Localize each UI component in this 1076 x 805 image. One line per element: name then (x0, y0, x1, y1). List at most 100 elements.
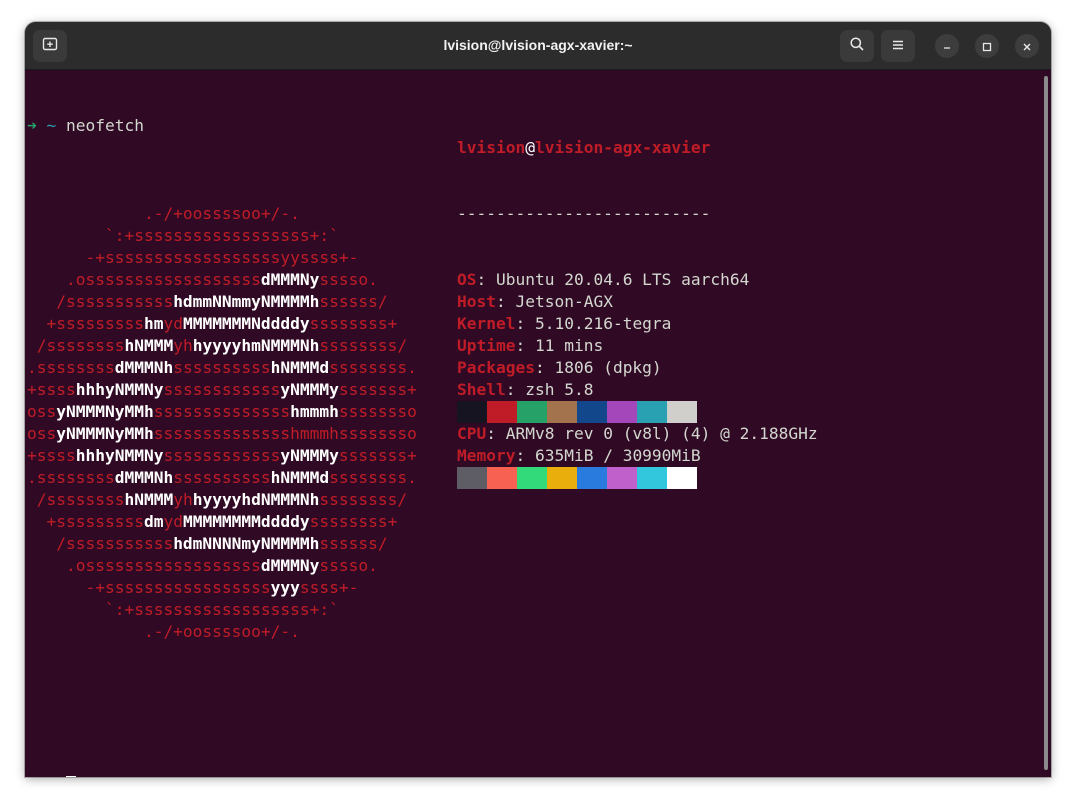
color-swatch (607, 401, 637, 423)
color-swatch (487, 401, 517, 423)
terminal-output[interactable]: ➜ ~ neofetch .-/+oossssoo+/-. `:+sssssss… (27, 71, 1037, 777)
logo-segment: sssssss+ (338, 380, 417, 399)
logo-segment: ssssssssssss (163, 380, 281, 399)
logo-segment: hyyyyhdNMMMNh (192, 490, 320, 509)
logo-segment: dMMMNy (260, 270, 320, 289)
logo-segment: ssssssss+ (309, 512, 398, 531)
prompt-dir: ~ (47, 776, 57, 777)
logo-segment: sssso. (319, 556, 378, 575)
logo-segment: ssssssso (338, 402, 417, 421)
logo-segment: sssssssssssssshmmmhssssssso (153, 424, 417, 443)
info-value: Ubuntu 20.04.6 LTS aarch64 (496, 270, 750, 289)
logo-segment: oss (27, 424, 57, 443)
info-field: Kernel: 5.10.216-tegra (457, 313, 818, 335)
logo-segment: ssssssss. (329, 358, 417, 377)
logo-segment: ssssssssss (173, 358, 271, 377)
close-icon (1022, 37, 1032, 56)
prompt-arrow-icon: ➜ (27, 776, 37, 777)
info-value: 5.10.216-tegra (534, 314, 672, 333)
logo-segment: yd (163, 314, 183, 333)
color-swatch (667, 467, 697, 489)
logo-segment: hNMMM (124, 490, 174, 509)
logo-segment: ssssssss. (329, 468, 417, 487)
color-swatch (637, 401, 667, 423)
info-field: OS: Ubuntu 20.04.6 LTS aarch64 (457, 269, 818, 291)
color-swatch (577, 467, 607, 489)
palette-row-bright (457, 467, 697, 489)
logo-segment: -+ssssssssssssssssssyyssss+- (27, 248, 359, 267)
logo-segment: `:+ssssssssssssssssss+:` (27, 600, 339, 619)
logo-segment: hm (143, 314, 164, 333)
logo-segment: /sssssssssss (27, 534, 174, 553)
info-value: Jetson-AGX (515, 292, 613, 311)
logo-segment: ssss+- (299, 578, 359, 597)
logo-segment: yyy (270, 578, 300, 597)
separator: -------------------------- (457, 204, 711, 223)
info-field: Uptime: 11 mins (457, 335, 818, 357)
logo-segment: +ssss (27, 446, 76, 465)
logo-segment: MMMMMMMMddddy (182, 512, 310, 531)
menu-button[interactable] (881, 30, 915, 62)
logo-segment: hhhyNMMNy (75, 380, 164, 399)
maximize-button[interactable] (975, 34, 999, 58)
logo-segment: +sssssssss (27, 314, 144, 333)
logo-line: .-/+oossssoo+/-. (27, 621, 1037, 643)
logo-line: `:+ssssssssssssssssss+:` (27, 599, 1037, 621)
info-colon: : (515, 314, 535, 333)
logo-line: /ssssssssssshdmNNNNmyNMMMMhssssss/ (27, 533, 1037, 555)
logo-segment: dMMMNh (114, 468, 174, 487)
logo-segment: ssssssssssssss (153, 402, 291, 421)
logo-segment: hNMMMd (270, 358, 330, 377)
search-icon (849, 36, 865, 56)
window-title: lvision@lvision-agx-xavier:~ (443, 37, 633, 53)
scrollbar[interactable] (1044, 76, 1048, 770)
logo-segment: yd (163, 512, 183, 531)
search-button[interactable] (840, 30, 874, 62)
info-field: Host: Jetson-AGX (457, 291, 818, 313)
logo-segment: yNMMMNyMMh (56, 424, 154, 443)
minimize-icon (942, 37, 952, 56)
minimize-button[interactable] (935, 34, 959, 58)
new-tab-button[interactable] (33, 30, 67, 62)
logo-segment: oss (27, 402, 57, 421)
hostname: lvision-agx-xavier (534, 138, 711, 157)
logo-segment: +ssss (27, 380, 76, 399)
info-value: 11 mins (534, 336, 604, 355)
color-swatch (457, 401, 487, 423)
logo-segment: ssssssss/ (319, 490, 408, 509)
color-swatch (487, 467, 517, 489)
logo-segment: .ossssssssssssssssss (27, 270, 261, 289)
color-swatch (547, 467, 577, 489)
info-label: Kernel (457, 314, 516, 333)
logo-segment: .-/+oossssoo+/-. (27, 622, 300, 641)
color-swatch (577, 401, 607, 423)
username: lvision (457, 138, 526, 157)
logo-segment: yNMMMy (280, 380, 339, 399)
info-colon: : (476, 270, 496, 289)
logo-segment: yh (173, 336, 193, 355)
logo-segment: +sssssssss (27, 512, 144, 531)
logo-segment: dMMMNh (114, 358, 174, 377)
close-button[interactable] (1015, 34, 1039, 58)
prompt-arrow-icon: ➜ (27, 116, 37, 135)
logo-segment: yh (173, 490, 193, 509)
logo-segment: hdmNNNNmyNMMMMh (173, 534, 320, 553)
logo-segment: /ssssssss (27, 336, 125, 355)
logo-segment: .ssssssss (27, 358, 115, 377)
info-colon: : (515, 336, 535, 355)
logo-segment: sssso. (319, 270, 378, 289)
logo-segment: `:+ssssssssssssssssss+:` (27, 226, 339, 245)
logo-segment: /sssssssssss (27, 292, 174, 311)
logo-line: .ossssssssssssssssssdMMMNysssso. (27, 555, 1037, 577)
logo-segment: sssssss+ (338, 446, 417, 465)
logo-segment: ssssssss/ (319, 336, 408, 355)
logo-segment: .-/+oossssoo+/-. (27, 204, 300, 223)
color-swatch (637, 467, 667, 489)
maximize-icon (982, 37, 992, 56)
logo-segment: hdmmNNmmyNMMMMh (173, 292, 320, 311)
info-label: Uptime (457, 336, 516, 355)
title-bar: lvision@lvision-agx-xavier:~ (25, 22, 1051, 70)
logo-segment: .ossssssssssssssssss (27, 556, 261, 575)
logo-segment: yNMMMy (280, 446, 339, 465)
